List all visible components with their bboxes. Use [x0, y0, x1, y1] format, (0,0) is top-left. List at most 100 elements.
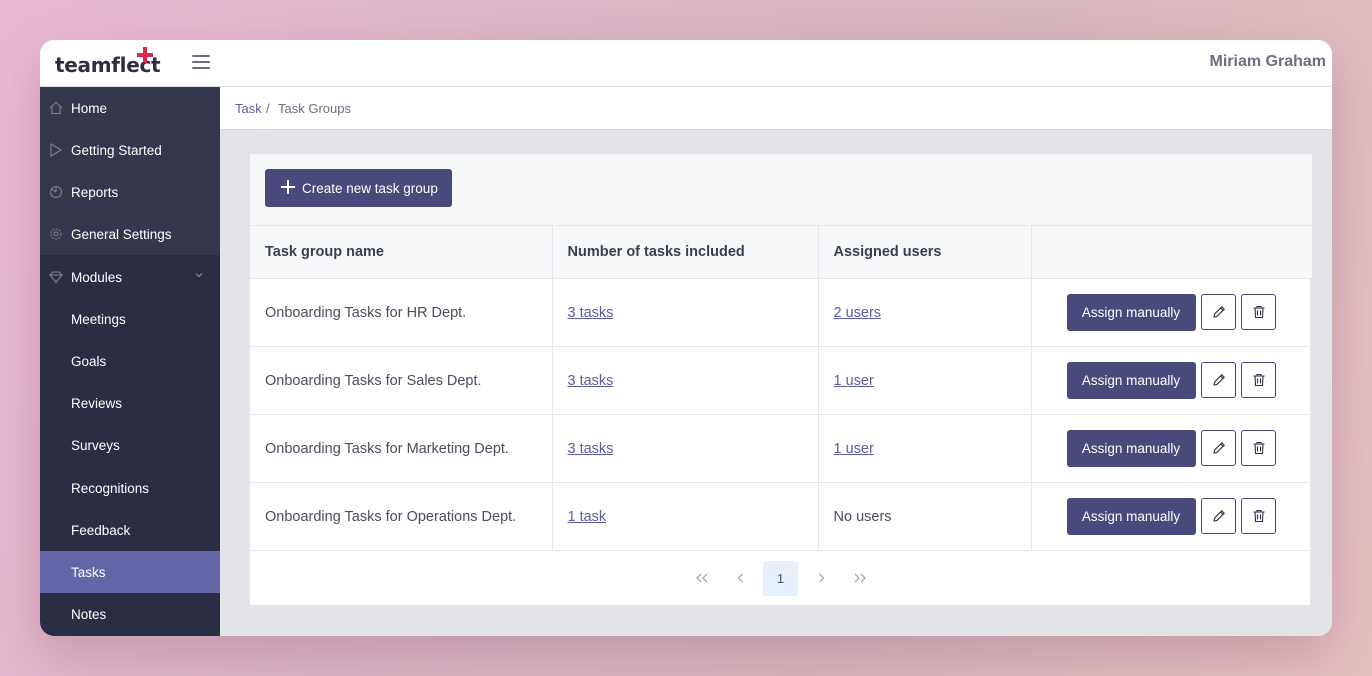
pie-chart-icon	[49, 185, 63, 199]
sidebar-item-label: Getting Started	[71, 142, 162, 158]
breadcrumb-separator: /	[266, 101, 270, 116]
assign-manually-button[interactable]: Assign manually	[1066, 430, 1196, 467]
table-row: Onboarding Tasks for HR Dept. 3 tasks 2 …	[250, 278, 1312, 347]
sidebar-item-reports[interactable]: Reports	[40, 171, 220, 213]
column-header-actions	[1030, 225, 1312, 279]
tasks-count-link[interactable]: 3 tasks	[568, 373, 614, 389]
assigned-users-link[interactable]: 2 users	[834, 305, 882, 321]
column-header-tasks[interactable]: Number of tasks included	[551, 225, 818, 279]
double-chevron-left-icon	[695, 573, 707, 583]
sidebar-item-modules[interactable]: Modules	[40, 256, 220, 298]
chevron-right-icon	[818, 573, 824, 583]
table-header-row: Task group name Number of tasks included…	[250, 225, 1312, 279]
prev-page-button[interactable]	[723, 561, 758, 596]
create-task-group-label: Create new task group	[302, 181, 438, 196]
delete-button[interactable]	[1240, 430, 1276, 466]
table-row: Onboarding Tasks for Sales Dept. 3 tasks…	[250, 346, 1312, 415]
edit-button[interactable]	[1200, 498, 1236, 534]
row-actions: Assign manually	[1030, 414, 1312, 483]
play-icon	[50, 143, 63, 157]
user-name[interactable]: Miriam Graham	[1210, 53, 1326, 71]
task-group-name: Onboarding Tasks for Sales Dept.	[250, 346, 552, 415]
delete-button[interactable]	[1240, 498, 1276, 534]
breadcrumb-task-link[interactable]: Task	[235, 101, 262, 116]
top-bar: teamflect Miriam Graham	[40, 40, 1332, 87]
sidebar-item-recognitions[interactable]: Recognitions	[40, 467, 220, 509]
pagination: 1	[250, 552, 1312, 606]
assign-manually-button[interactable]: Assign manually	[1066, 294, 1196, 331]
last-page-button[interactable]	[842, 561, 877, 596]
table-row: Onboarding Tasks for Marketing Dept. 3 t…	[250, 414, 1312, 483]
app-window: teamflect Miriam Graham Home Getting Sta…	[40, 40, 1332, 636]
chevron-left-icon	[737, 573, 743, 583]
sidebar-item-meetings[interactable]: Meetings	[40, 298, 220, 340]
delete-button[interactable]	[1240, 294, 1276, 330]
edit-button[interactable]	[1200, 362, 1236, 398]
edit-button[interactable]	[1200, 294, 1236, 330]
sidebar-item-feedback[interactable]: Feedback	[40, 509, 220, 551]
breadcrumb: Task / Task Groups	[220, 87, 1332, 130]
sidebar-item-notes[interactable]: Notes	[40, 593, 220, 635]
chevron-down-icon	[195, 273, 203, 278]
trash-icon	[1253, 373, 1264, 387]
sidebar-item-label: General Settings	[71, 226, 172, 242]
sidebar-item-tasks[interactable]: Tasks	[40, 551, 220, 593]
pencil-icon	[1212, 442, 1225, 454]
sidebar-item-label: Recognitions	[71, 480, 150, 496]
sidebar-item-label: Home	[71, 100, 108, 116]
column-header-name[interactable]: Task group name	[250, 225, 552, 279]
assign-manually-button[interactable]: Assign manually	[1066, 498, 1196, 535]
assigned-users-link[interactable]: 1 user	[834, 441, 874, 457]
sidebar-item-label: Feedback	[71, 522, 131, 538]
sidebar-item-label: Reports	[71, 184, 119, 200]
diamond-icon	[49, 271, 63, 284]
row-actions: Assign manually	[1030, 346, 1312, 415]
pencil-icon	[1212, 374, 1225, 386]
logo-plus-icon	[137, 47, 153, 63]
sidebar-item-reviews[interactable]: Reviews	[40, 382, 220, 424]
card-toolbar: Create new task group	[250, 154, 1312, 225]
task-group-name: Onboarding Tasks for Operations Dept.	[250, 482, 552, 551]
tasks-count-link[interactable]: 3 tasks	[568, 305, 614, 321]
task-groups-card: Create new task group Task group name Nu…	[249, 153, 1312, 606]
delete-button[interactable]	[1240, 362, 1276, 398]
sidebar-item-getting-started[interactable]: Getting Started	[40, 129, 220, 171]
breadcrumb-current: Task Groups	[278, 101, 351, 116]
tasks-count-link[interactable]: 3 tasks	[568, 441, 614, 457]
pencil-icon	[1212, 306, 1225, 318]
next-page-button[interactable]	[803, 561, 838, 596]
trash-icon	[1253, 305, 1264, 319]
assigned-users-link[interactable]: 1 user	[834, 373, 874, 389]
tasks-count-link[interactable]: 1 task	[568, 509, 607, 525]
double-chevron-right-icon	[854, 573, 866, 583]
sidebar-item-general-settings[interactable]: General Settings	[40, 213, 220, 255]
sidebar-item-home[interactable]: Home	[40, 87, 220, 129]
sidebar-item-label: Goals	[71, 353, 107, 369]
create-task-group-button[interactable]: Create new task group	[265, 169, 452, 207]
pencil-icon	[1212, 510, 1225, 522]
sidebar-item-label: Meetings	[71, 311, 126, 327]
task-group-name: Onboarding Tasks for HR Dept.	[250, 278, 552, 347]
home-icon	[49, 101, 63, 115]
sidebar-item-surveys[interactable]: Surveys	[40, 424, 220, 466]
sidebar-item-label: Tasks	[71, 564, 106, 580]
sidebar-item-goals[interactable]: Goals	[40, 340, 220, 382]
assign-manually-button[interactable]: Assign manually	[1066, 362, 1196, 399]
task-group-name: Onboarding Tasks for Marketing Dept.	[250, 414, 552, 483]
task-groups-table: Task group name Number of tasks included…	[250, 225, 1312, 551]
column-header-users[interactable]: Assigned users	[817, 225, 1031, 279]
plus-icon	[281, 180, 295, 194]
menu-toggle-icon[interactable]	[192, 54, 210, 70]
row-actions: Assign manually	[1030, 482, 1312, 551]
sidebar-item-label: Surveys	[71, 437, 120, 453]
trash-icon	[1253, 509, 1264, 523]
row-actions: Assign manually	[1030, 278, 1312, 347]
gear-icon	[50, 228, 62, 240]
first-page-button[interactable]	[684, 561, 719, 596]
sidebar-item-label: Reviews	[71, 395, 123, 411]
assigned-users-text: No users	[817, 482, 1031, 551]
edit-button[interactable]	[1200, 430, 1236, 466]
page-1-button[interactable]: 1	[763, 561, 798, 596]
sidebar: Home Getting Started Reports General Set…	[40, 87, 220, 636]
trash-icon	[1253, 441, 1264, 455]
